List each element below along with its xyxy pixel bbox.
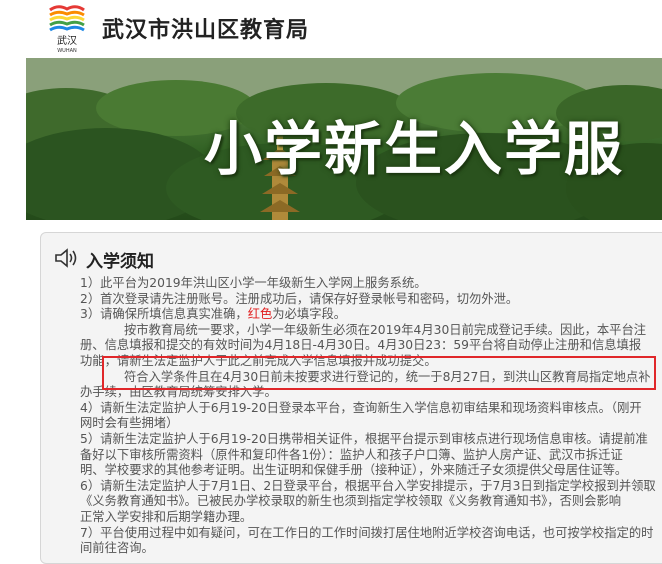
required-color-note: 红色: [247, 307, 273, 322]
speaker-icon: [55, 248, 77, 268]
site-title: 武汉市洪山区教育局: [102, 18, 310, 43]
notice-line-prefix: 3）请确保所填信息真实准确，: [80, 307, 248, 322]
notice-line-suffix: 为必填字段。: [272, 307, 347, 322]
notice-body: 1）此平台为2019年洪山区小学一年级新生入学网上服务系统。 2）首次登录请先注…: [80, 276, 660, 557]
notice-line: 备好以下审核所需资料（原件和复印件各1份）：监护人和孩子户口簿、监护人房产证、武…: [80, 447, 623, 462]
notice-line: 4）请新生法定监护人于6月19-20日登录本平台，查询新生入学信息初审结果和现场…: [80, 400, 642, 415]
notice-title: 入学须知: [86, 252, 154, 272]
logo-caption: WUHAN: [57, 48, 77, 54]
logo-text: 武汉: [57, 34, 77, 47]
wuhan-logo-icon[interactable]: 武汉 WUHAN: [46, 4, 88, 54]
banner-title: 小学新生入学服: [204, 115, 625, 183]
notice-line: 7）平台使用过程中如有疑问，可在工作日的工作时间拨打居住地附近学校咨询电话，也可…: [80, 525, 654, 540]
notice-line: 2）首次登录请先注册账号。注册成功后，请保存好登录帐号和密码，切勿外泄。: [80, 291, 519, 306]
notice-line: 正常入学安排和后期学籍办理。: [80, 509, 253, 524]
notice-line: 按市教育局统一要求，小学一年级新生必须在2019年4月30日前完成登记手续。因此…: [124, 322, 647, 337]
notice-line: 《义务教育通知书》。已被民办学校录取的新生也须到指定学校领取《义务教育通知书》，…: [80, 494, 622, 509]
notice-line: 明、学校要求的其他参考证明。出生证明和保健手册（接种证），外来随迁子女须提供父母…: [80, 463, 628, 478]
highlight-annotation-box: [102, 356, 656, 390]
notice-line: 5）请新生法定监护人于6月19-20日携带相关证件，根据平台提示到审核点进行现场…: [80, 431, 648, 446]
notice-line: 网时会有些拥堵）: [80, 416, 179, 431]
notice-line: 1）此平台为2019年洪山区小学一年级新生入学网上服务系统。: [80, 276, 427, 290]
notice-line: 6）请新生法定监护人于7月1日、2日登录平台，根据平台入学安排提示，于7月3日到…: [80, 478, 656, 493]
site-header: 武汉 WUHAN 武汉市洪山区教育局: [0, 0, 662, 58]
notice-line: 3）请确保所填信息真实准确，红色为必填字段。: [80, 307, 660, 323]
notice-line: 间前往咨询。: [80, 541, 154, 556]
hero-banner: 小学新生入学服: [26, 58, 662, 220]
notice-line: 册、信息填报和提交的有效时间为4月18日-4月30日。4月30日23：59平台将…: [80, 338, 642, 353]
